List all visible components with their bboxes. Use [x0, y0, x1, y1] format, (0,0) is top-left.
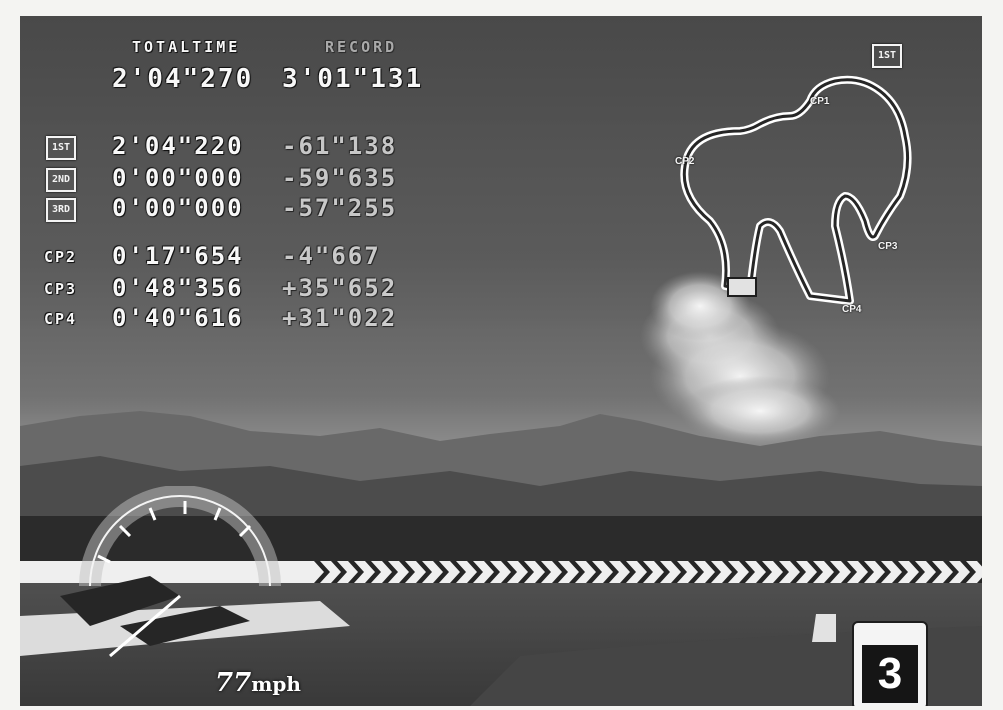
- map-position-badge: 1ST: [872, 44, 902, 68]
- cp-time-3: 0'48"356: [112, 274, 244, 302]
- lap-time-3: 0'00"000: [112, 194, 244, 222]
- map-cp-1: CP1: [810, 96, 830, 107]
- total-time-label: TOTALTIME: [132, 38, 241, 56]
- gear-value: 3: [862, 645, 918, 703]
- track-map: [680, 75, 912, 305]
- lap-time-2: 0'00"000: [112, 164, 244, 192]
- speed-value: 77: [215, 668, 252, 698]
- gear-indicator: 3: [852, 621, 928, 706]
- record-label: RECORD: [325, 38, 398, 56]
- map-cp-4: CP4: [842, 304, 862, 315]
- lap-badge-2: 2ND: [46, 168, 76, 192]
- gear-arrow-icon: [812, 614, 836, 642]
- cp-diff-3: +35"652: [282, 274, 398, 302]
- cp-time-4: 0'40"616: [112, 304, 244, 332]
- record-value: 3'01"131: [282, 64, 424, 94]
- lap-diff-1: -61"138: [282, 132, 398, 160]
- game-screen: TOTALTIME RECORD 2'04"270 3'01"131 1ST 2…: [20, 16, 982, 706]
- lap-diff-3: -57"255: [282, 194, 398, 222]
- speedometer: [79, 486, 281, 658]
- cp-label-2: CP2: [44, 248, 78, 266]
- map-cp-2: CP2: [675, 156, 695, 167]
- cp-diff-4: +31"022: [282, 304, 398, 332]
- start-marker: [727, 277, 757, 297]
- speed-needle: [109, 594, 181, 658]
- cp-label-3: CP3: [44, 280, 78, 298]
- cp-time-2: 0'17"654: [112, 242, 244, 270]
- cp-label-4: CP4: [44, 310, 78, 328]
- lap-diff-2: -59"635: [282, 164, 398, 192]
- cp-diff-2: -4"667: [282, 242, 381, 270]
- map-cp-3: CP3: [878, 241, 898, 252]
- total-time-value: 2'04"270: [112, 64, 254, 94]
- lap-badge-1: 1ST: [46, 136, 76, 160]
- lap-time-1: 2'04"220: [112, 132, 244, 160]
- speed-unit: mph: [251, 672, 301, 696]
- speed-readout: 77mph: [215, 668, 301, 698]
- lap-badge-3: 3RD: [46, 198, 76, 222]
